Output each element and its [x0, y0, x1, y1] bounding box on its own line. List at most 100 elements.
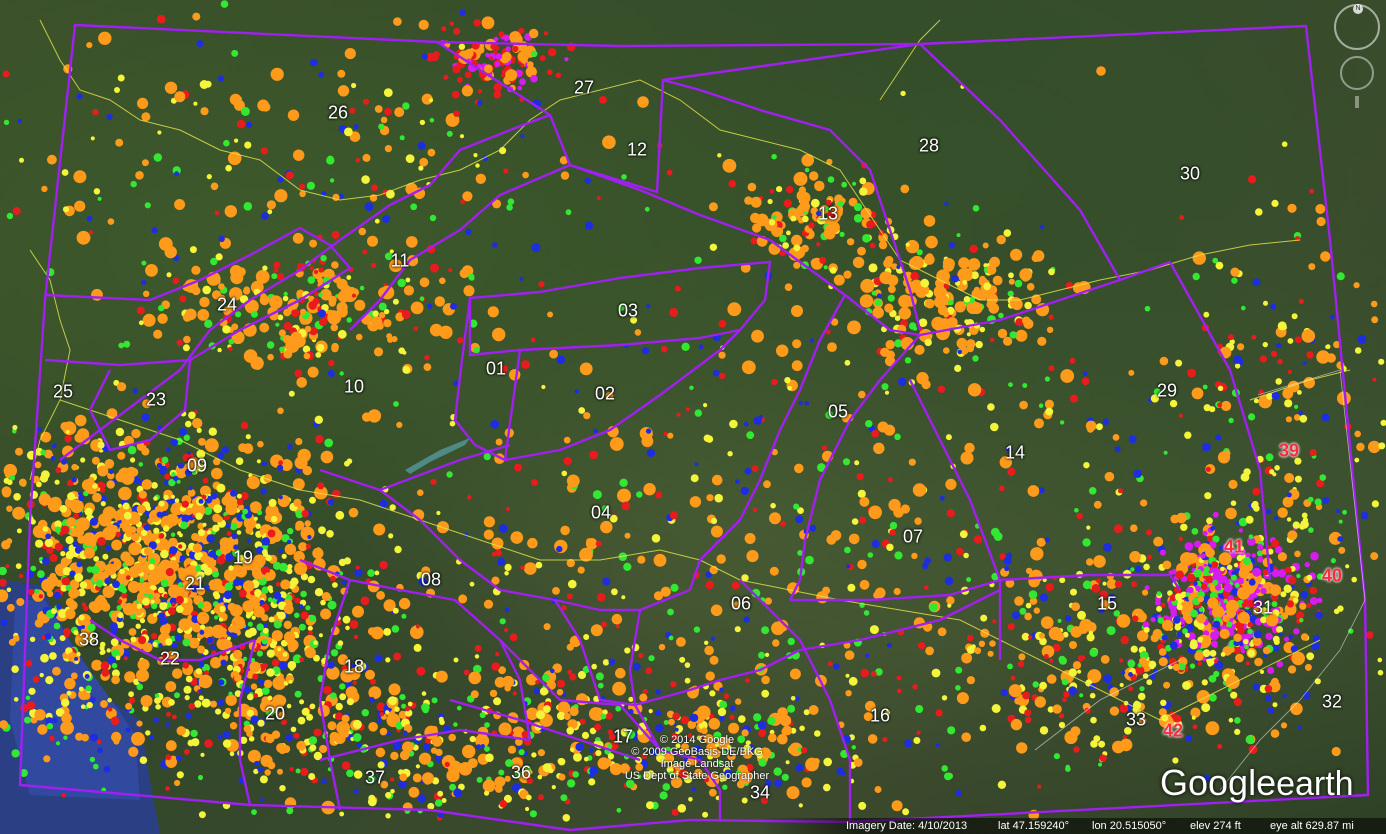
seismic-event-dot: [799, 725, 805, 732]
seismic-event-dot: [1103, 674, 1113, 684]
seismic-event-dot: [1118, 488, 1123, 494]
seismic-event-dot: [1241, 305, 1246, 311]
copyright-line: US Dept of State Geographer: [624, 770, 770, 782]
seismic-event-dot: [646, 801, 654, 810]
seismic-event-dot: [719, 700, 728, 709]
seismic-event-dot: [771, 378, 778, 386]
seismic-event-dot: [188, 703, 196, 710]
seismic-event-dot: [696, 705, 711, 720]
seismic-event-dot: [1292, 597, 1299, 603]
seismic-event-dot: [383, 319, 392, 328]
seismic-event-dot: [422, 706, 429, 714]
seismic-event-dot: [608, 658, 616, 666]
seismic-event-dot: [1007, 290, 1014, 297]
google-earth-logo: Googleearth: [1160, 758, 1354, 806]
seismic-event-dot: [469, 581, 475, 587]
seismic-event-dot: [639, 693, 648, 702]
seismic-event-dot: [304, 325, 312, 333]
seismic-event-dot: [294, 562, 308, 575]
seismic-event-dot: [1003, 336, 1013, 346]
seismic-event-dot: [352, 733, 362, 742]
seismic-event-dot: [717, 707, 727, 717]
seismic-event-dot: [89, 517, 98, 526]
seismic-event-dot: [776, 186, 783, 193]
seismic-event-dot: [998, 312, 1004, 319]
seismic-event-dot: [1014, 279, 1023, 288]
seismic-event-dot: [163, 593, 168, 599]
seismic-event-dot: [577, 566, 585, 574]
seismic-event-dot: [1204, 492, 1212, 500]
seismic-event-dot: [785, 760, 790, 765]
seismic-event-dot: [761, 675, 770, 685]
seismic-event-dot: [32, 676, 40, 683]
map-viewport[interactable]: 26 27 12 28 30 13 11 24 03 01 02 25 23 10 05 29 14 39 09 04…: [0, 0, 1386, 834]
seismic-event-dot: [659, 791, 668, 800]
seismic-event-dot: [887, 477, 893, 483]
seismic-event-dot: [1068, 686, 1077, 696]
seismic-event-dot: [43, 755, 51, 763]
seismic-event-dot: [808, 705, 819, 715]
seismic-event-dot: [590, 624, 603, 637]
seismic-event-dot: [1333, 608, 1340, 615]
seismic-event-dot: [417, 489, 424, 497]
zoom-slider[interactable]: [1355, 96, 1359, 108]
seismic-event-dot: [1270, 303, 1276, 310]
seismic-event-dot: [947, 603, 952, 608]
seismic-event-dot: [1247, 621, 1253, 628]
seismic-event-dot: [602, 577, 611, 586]
seismic-event-dot: [294, 597, 301, 604]
seismic-event-dot: [267, 695, 273, 701]
seismic-event-dot: [1309, 597, 1318, 605]
seismic-event-dot: [394, 107, 405, 118]
seismic-event-dot: [1114, 580, 1123, 588]
seismic-event-dot: [232, 649, 243, 660]
zone-label: 42: [1162, 720, 1184, 741]
seismic-event-dot: [637, 96, 649, 108]
seismic-event-dot: [196, 40, 204, 48]
seismic-event-dot: [210, 182, 219, 191]
seismic-event-dot: [141, 260, 147, 266]
look-control-icon[interactable]: [1340, 56, 1374, 90]
seismic-event-dot: [283, 349, 293, 359]
seismic-event-dot: [1024, 716, 1032, 724]
seismic-event-dot: [1093, 500, 1102, 509]
seismic-event-dot: [1277, 358, 1283, 365]
seismic-event-dot: [91, 456, 100, 465]
seismic-event-dot: [694, 409, 702, 417]
seismic-event-dot: [913, 737, 921, 744]
seismic-event-dot: [1269, 584, 1282, 596]
seismic-event-dot: [52, 443, 57, 449]
seismic-event-dot: [1320, 251, 1331, 262]
seismic-event-dot: [101, 602, 111, 612]
seismic-event-dot: [379, 727, 388, 736]
seismic-event-dot: [290, 331, 302, 344]
seismic-event-dot: [83, 547, 95, 559]
seismic-event-dot: [266, 649, 275, 658]
compass-icon[interactable]: N: [1334, 4, 1380, 50]
seismic-event-dot: [284, 543, 297, 555]
seismic-event-dot: [115, 531, 121, 538]
seismic-event-dot: [1106, 626, 1116, 636]
seismic-event-dot: [100, 661, 110, 671]
seismic-event-dot: [430, 263, 439, 273]
seismic-event-dot: [78, 614, 85, 621]
seismic-event-dot: [448, 268, 453, 273]
seismic-event-dot: [1140, 499, 1148, 507]
seismic-event-dot: [702, 811, 709, 818]
seismic-event-dot: [171, 472, 176, 477]
seismic-event-dot: [99, 641, 106, 648]
seismic-event-dot: [189, 246, 197, 254]
seismic-event-dot: [1040, 224, 1045, 230]
seismic-event-dot: [352, 680, 357, 685]
seismic-event-dot: [97, 537, 106, 546]
seismic-event-dot: [1179, 215, 1185, 220]
seismic-event-dot: [275, 322, 280, 327]
seismic-event-dot: [261, 638, 268, 645]
seismic-event-dot: [704, 645, 714, 656]
seismic-event-dot: [107, 218, 115, 225]
seismic-event-dot: [1297, 726, 1302, 731]
zone-label: 19: [232, 547, 254, 568]
seismic-event-dot: [535, 680, 540, 685]
seismic-event-dot: [141, 413, 150, 422]
seismic-event-dot: [764, 597, 773, 605]
